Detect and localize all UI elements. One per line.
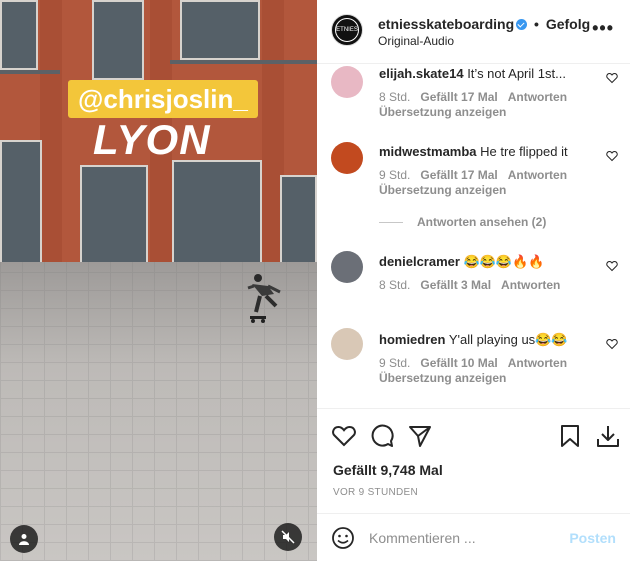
comment-likes[interactable]: Gefällt 3 Mal	[420, 278, 491, 292]
audio-label[interactable]: Original-Audio	[378, 34, 454, 48]
verified-badge-icon	[516, 19, 528, 30]
mention-sticker: @chrisjoslin_	[68, 80, 258, 118]
post-actions: Gefällt 9,748 Mal VOR 9 STUNDEN	[317, 408, 630, 513]
commenter-avatar[interactable]	[331, 142, 363, 174]
post-timestamp: VOR 9 STUNDEN	[333, 487, 419, 498]
user-icon	[19, 534, 29, 545]
view-replies-button[interactable]: Antworten ansehen (2)	[379, 215, 546, 229]
view-replies-label: Antworten ansehen (2)	[417, 215, 547, 229]
speaker-muted-icon	[281, 530, 295, 544]
comment-bubble-icon[interactable]	[369, 423, 395, 449]
reply-link[interactable]: Antworten	[508, 168, 567, 182]
translate-link[interactable]: Übersetzung anzeigen	[379, 183, 506, 197]
likes-count[interactable]: Gefällt 9,748 Mal	[333, 462, 443, 478]
comment-text: 😂😂😂🔥🔥	[463, 254, 545, 269]
translate-link[interactable]: Übersetzung anzeigen	[379, 105, 506, 119]
comment-time: 8 Std.	[379, 90, 411, 104]
comment-input[interactable]	[369, 528, 559, 548]
separator-dot: •	[534, 16, 539, 32]
like-heart-icon[interactable]	[331, 423, 357, 449]
comment-composer: Posten	[317, 513, 630, 561]
video-player[interactable]: @chrisjoslin_ LYON	[0, 0, 317, 561]
share-paper-plane-icon[interactable]	[407, 423, 433, 449]
comment-text: It’s not April 1st...	[467, 66, 566, 81]
post-comment-button[interactable]: Posten	[569, 530, 616, 546]
comment-likes[interactable]: Gefällt 17 Mal	[420, 168, 497, 182]
comment-time: 9 Std.	[379, 356, 411, 370]
reply-link[interactable]: Antworten	[508, 90, 567, 104]
post-header: ETNIES etniesskateboarding • Gefolg Orig…	[317, 0, 630, 64]
comment-like-heart-icon[interactable]	[606, 260, 618, 272]
comment-text: Y'all playing us😂😂	[448, 332, 568, 347]
comment-username[interactable]: denielcramer	[379, 254, 460, 269]
emoji-icon[interactable]	[331, 526, 355, 550]
replies-divider-line	[379, 222, 403, 224]
user-tags-button[interactable]	[10, 525, 38, 553]
save-bookmark-icon[interactable]	[557, 423, 583, 449]
header-username-row: etniesskateboarding • Gefolg	[378, 16, 590, 32]
comment-text: He tre flipped it	[480, 144, 568, 159]
comment-like-heart-icon[interactable]	[606, 150, 618, 162]
comment-like-heart-icon[interactable]	[606, 338, 618, 350]
mute-button[interactable]	[274, 523, 302, 551]
comment-time: 9 Std.	[379, 168, 411, 182]
reply-link[interactable]: Antworten	[508, 356, 567, 370]
reply-link[interactable]: Antworten	[501, 278, 560, 292]
comment-username[interactable]: midwestmamba	[379, 144, 477, 159]
account-username[interactable]: etniesskateboarding	[378, 16, 514, 32]
following-button[interactable]: Gefolg	[546, 16, 590, 32]
post-side-panel: ETNIES etniesskateboarding • Gefolg Orig…	[317, 0, 630, 561]
more-options-icon[interactable]: •••	[592, 18, 614, 39]
translate-link[interactable]: Übersetzung anzeigen	[379, 371, 506, 385]
commenter-avatar[interactable]	[331, 66, 363, 98]
location-text: LYON	[93, 116, 211, 163]
comment-username[interactable]: homiedren	[379, 332, 445, 347]
comment-likes[interactable]: Gefällt 17 Mal	[420, 90, 497, 104]
download-icon[interactable]	[595, 423, 621, 449]
avatar-logo: ETNIES	[335, 18, 359, 42]
commenter-avatar[interactable]	[331, 251, 363, 283]
comment-like-heart-icon[interactable]	[606, 72, 618, 84]
account-avatar[interactable]: ETNIES	[331, 14, 363, 46]
comment-likes[interactable]: Gefällt 10 Mal	[420, 356, 497, 370]
comment-username[interactable]: elijah.skate14	[379, 66, 464, 81]
commenter-avatar[interactable]	[331, 328, 363, 360]
skater-figure	[247, 274, 281, 323]
comment-time: 8 Std.	[379, 278, 411, 292]
